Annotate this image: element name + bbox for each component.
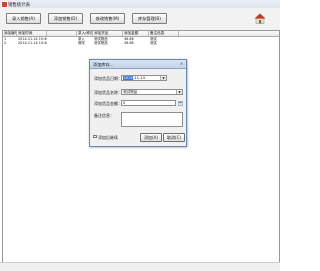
toolbar: 录入销售(A) 添加销售(D) 修改销售(M) 库存管理(B)	[0, 8, 280, 30]
date-rest: -11-14	[133, 76, 145, 80]
table-row[interactable]: 2 2014-11-14 15:40 修改 测试物品 36.66 测试	[3, 41, 279, 45]
home-logo-icon	[254, 13, 266, 24]
cell-time: 2014-11-14 15:40	[18, 41, 47, 46]
item-value: 测试物品	[123, 90, 138, 94]
column-header[interactable]: 添加时间	[17, 31, 47, 36]
column-header[interactable]	[47, 31, 77, 36]
cell-amount: 36.66	[124, 41, 134, 46]
date-label: 添加货品日期：	[94, 76, 122, 81]
item-label: 添加货品名称：	[94, 90, 122, 95]
cell-notes: 测试	[150, 41, 157, 46]
column-header[interactable]: 备注信息	[149, 31, 179, 36]
date-year-selected: 2014	[123, 76, 134, 80]
dialog-title-bar: 添加库存... ×	[90, 60, 186, 69]
column-header[interactable]: 添加货品	[93, 31, 123, 36]
column-header-filler	[179, 31, 279, 36]
column-header[interactable]: 添加编号	[3, 31, 17, 36]
calculator-icon[interactable]	[178, 100, 183, 106]
item-select[interactable]: 测试物品 ▼	[121, 89, 183, 95]
cell-blank	[47, 41, 77, 45]
chevron-down-icon[interactable]: ▼	[160, 76, 166, 80]
cancel-button[interactable]: 取消(C)	[163, 133, 185, 142]
date-picker[interactable]: 2014-11-14 ▼	[121, 75, 167, 81]
notes-textarea[interactable]	[121, 112, 183, 127]
amount-input[interactable]: 0	[121, 100, 176, 106]
add-item-button[interactable]: 添加销售(D)	[48, 13, 83, 24]
add-sale-button[interactable]: 录入销售(A)	[6, 13, 41, 24]
add-inventory-dialog: 添加库存... × 添加货品日期： 2014-11-14 ▼ 添加货品名称： 测…	[89, 59, 187, 147]
app-icon	[1, 1, 8, 8]
chevron-down-icon[interactable]: ▼	[176, 90, 182, 94]
inventory-button[interactable]: 库存管理(B)	[132, 13, 167, 24]
column-header[interactable]: 添加金额	[123, 31, 149, 36]
notes-label: 备注信息：	[94, 113, 114, 118]
amount-label: 添加货品金额：	[94, 101, 122, 106]
cell-item: 测试物品	[94, 41, 108, 46]
cell-id: 2	[4, 41, 7, 46]
add-button[interactable]: 添加(A)	[140, 133, 162, 142]
continue-label: 添加后继续	[98, 134, 118, 140]
continue-checkbox[interactable]	[93, 134, 97, 139]
close-icon[interactable]: ×	[179, 61, 184, 67]
cell-type: 修改	[78, 41, 85, 46]
amount-value: 0	[123, 101, 126, 105]
window-title: 销售统计表	[8, 2, 30, 8]
dialog-title: 添加库存...	[93, 61, 114, 67]
edit-sale-button[interactable]: 修改销售(M)	[90, 13, 125, 24]
column-header[interactable]: 录入/修改	[77, 31, 93, 36]
